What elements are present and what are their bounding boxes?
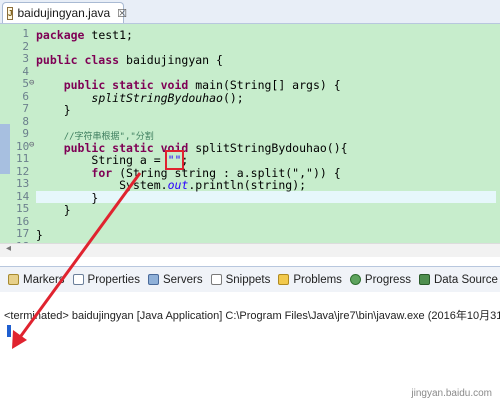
arrow-shaft [16,172,142,341]
eclipse-window: J baidujingyan.java ☒ 1 2 3 4 5 6 7 8 9 … [0,0,500,403]
watermark: jingyan.baidu.com [411,388,492,399]
red-arrow-annotation [12,172,142,349]
